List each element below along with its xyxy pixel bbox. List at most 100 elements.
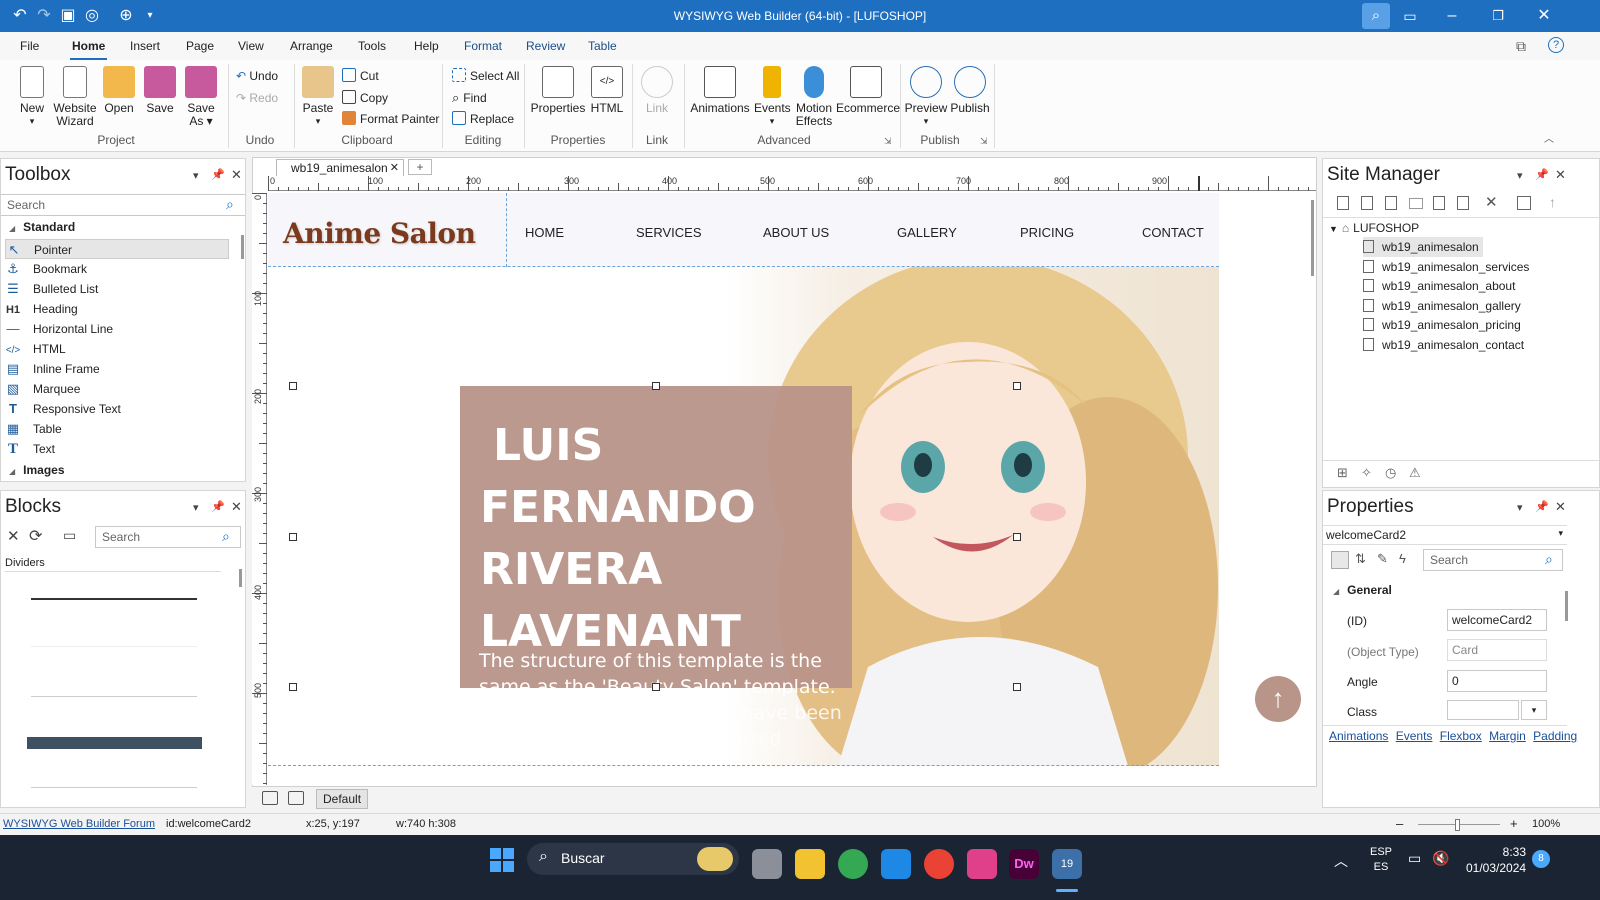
windows-start-icon[interactable] <box>490 848 514 872</box>
resize-handle[interactable] <box>289 382 297 390</box>
dreamweaver-icon[interactable]: Dw <box>1009 849 1039 879</box>
taskbar-search[interactable]: ⌕ Buscar <box>527 843 739 875</box>
layout-icon[interactable]: ▭ <box>1398 4 1422 28</box>
find-button[interactable]: ⌕ Find <box>452 88 487 108</box>
close-tab-icon[interactable]: ✕ <box>390 161 399 174</box>
breakpoint-settings-icon[interactable] <box>288 791 304 805</box>
nav-home[interactable]: HOME <box>525 225 564 240</box>
zoom-thumb[interactable] <box>1455 819 1460 831</box>
category-images[interactable]: ◢ Images <box>9 460 65 480</box>
network-icon[interactable]: ▭ <box>1408 850 1421 867</box>
toolbox-item-inline-frame[interactable]: ▤ Inline Frame <box>5 359 100 379</box>
search-icon[interactable]: ⌕ <box>1362 3 1390 29</box>
replace-button[interactable]: Replace <box>452 109 514 129</box>
menu-insert[interactable]: Insert <box>128 32 162 60</box>
menu-view[interactable]: View <box>236 32 266 60</box>
duplicate-icon[interactable] <box>1457 196 1469 210</box>
menu-format[interactable]: Format <box>462 32 504 60</box>
resize-handle[interactable] <box>1013 533 1021 541</box>
edit-page-icon[interactable] <box>1433 196 1445 210</box>
toolbox-item-marquee[interactable]: ▧ Marquee <box>5 379 81 399</box>
wrench-icon[interactable]: ✎ <box>1377 551 1388 567</box>
toolbox-item-pointer[interactable]: ↖ Pointer <box>5 239 229 259</box>
toolbox-item-table[interactable]: ▦ Table <box>5 419 62 439</box>
resize-handle[interactable] <box>289 533 297 541</box>
resize-handle[interactable] <box>652 382 660 390</box>
html-button[interactable]: </> HTML <box>590 66 624 115</box>
new-button[interactable]: New ▾ <box>14 66 50 128</box>
toolbox-item-html[interactable]: </> HTML <box>5 339 66 359</box>
canvas-scrollbar[interactable] <box>1311 200 1314 276</box>
tree-page-home[interactable]: wb19_animesalon <box>1363 237 1483 257</box>
properties-button[interactable]: Properties <box>530 66 586 115</box>
page-width-marker[interactable] <box>1198 176 1200 191</box>
notification-badge[interactable]: 8 <box>1532 850 1550 868</box>
resize-handle[interactable] <box>289 683 297 691</box>
menu-home[interactable]: Home <box>70 32 108 60</box>
divider-thumbnail[interactable] <box>31 598 197 600</box>
wysiwyg-web-builder-icon[interactable]: 19 <box>1052 849 1082 879</box>
publish-button[interactable]: Publish <box>948 66 992 115</box>
expand-icon[interactable]: ⇲ <box>884 136 892 147</box>
search-icon[interactable]: ⌕ <box>1545 551 1553 568</box>
copy-button[interactable]: Copy <box>342 88 388 108</box>
expand-icon[interactable]: ⇲ <box>980 136 988 147</box>
move-up-icon[interactable]: ↑ <box>1549 194 1556 210</box>
format-painter-button[interactable]: Format Painter <box>342 109 439 129</box>
redo-button[interactable]: ↷ Redo <box>236 88 278 108</box>
close-icon[interactable]: ✕ <box>231 167 242 183</box>
preview-button[interactable]: Preview ▾ <box>904 66 948 128</box>
pin-icon[interactable]: 📌 <box>211 168 225 181</box>
help-icon[interactable]: ? <box>1548 37 1564 53</box>
panel-menu-icon[interactable]: ▾ <box>1517 501 1523 514</box>
scrollbar[interactable] <box>241 235 244 259</box>
link-animations[interactable]: Animations <box>1329 729 1388 743</box>
security-icon[interactable] <box>881 849 911 879</box>
site-logo[interactable]: Anime Salon <box>283 217 476 250</box>
tree-page-services[interactable]: wb19_animesalon_services <box>1363 257 1529 277</box>
section-general[interactable]: ◢ General <box>1333 583 1392 597</box>
clear-icon[interactable]: ✕ <box>7 527 20 545</box>
menu-file[interactable]: File <box>18 32 41 60</box>
add-tab-button[interactable]: + <box>408 159 432 175</box>
save-button[interactable]: Save <box>144 66 176 115</box>
clock-icon[interactable]: ◷ <box>1385 465 1396 481</box>
pin-page-icon[interactable]: ✧ <box>1361 465 1372 481</box>
divider-thumbnail[interactable] <box>31 787 197 788</box>
clock[interactable]: 8:33 <box>1490 844 1526 861</box>
chrome-icon[interactable] <box>838 849 868 879</box>
close-icon[interactable]: ✕ <box>1555 499 1566 515</box>
toolbox-search-input[interactable]: Search <box>1 194 245 216</box>
page-icon[interactable] <box>1361 196 1373 210</box>
search-icon[interactable]: ⌕ <box>222 528 230 545</box>
divider-thumbnail[interactable] <box>31 696 197 697</box>
close-icon[interactable]: ✕ <box>1532 4 1556 28</box>
nav-about[interactable]: ABOUT US <box>763 225 829 240</box>
menu-review[interactable]: Review <box>524 32 567 60</box>
nav-contact[interactable]: CONTACT <box>1142 225 1204 240</box>
collapse-ribbon-icon[interactable]: ︿ <box>1544 130 1554 145</box>
menu-help[interactable]: Help <box>412 32 441 60</box>
breakpoint-default-button[interactable]: Default <box>316 789 369 809</box>
link-button[interactable]: Link <box>638 66 676 115</box>
events-icon[interactable]: ϟ <box>1399 551 1406 566</box>
undo-button[interactable]: ↶ Undo <box>236 66 278 86</box>
show-hidden-icons[interactable]: ︿ <box>1334 851 1348 871</box>
maximize-icon[interactable]: ❐ <box>1486 4 1510 28</box>
toolbox-item-bulleted-list[interactable]: ☰ Bulleted List <box>5 279 98 299</box>
cut-button[interactable]: Cut <box>342 66 379 86</box>
nav-pricing[interactable]: PRICING <box>1020 225 1074 240</box>
toolbox-item-horizontal-line[interactable]: — Horizontal Line <box>5 319 114 339</box>
save-as-button[interactable]: Save As ▾ <box>184 66 218 128</box>
delete-icon[interactable]: ✕ <box>1485 193 1498 211</box>
pin-icon[interactable]: 📌 <box>1535 168 1549 181</box>
chrome-profile-icon[interactable] <box>924 849 954 879</box>
tree-page-gallery[interactable]: wb19_animesalon_gallery <box>1363 296 1521 316</box>
panel-menu-icon[interactable]: ▾ <box>193 501 199 514</box>
menu-page[interactable]: Page <box>184 32 216 60</box>
divider-thumbnail[interactable] <box>31 646 197 647</box>
properties-search-input[interactable]: Search <box>1423 549 1563 571</box>
animations-button[interactable]: Animations <box>690 66 750 115</box>
nav-services[interactable]: SERVICES <box>636 225 702 240</box>
nav-gallery[interactable]: GALLERY <box>897 225 957 240</box>
